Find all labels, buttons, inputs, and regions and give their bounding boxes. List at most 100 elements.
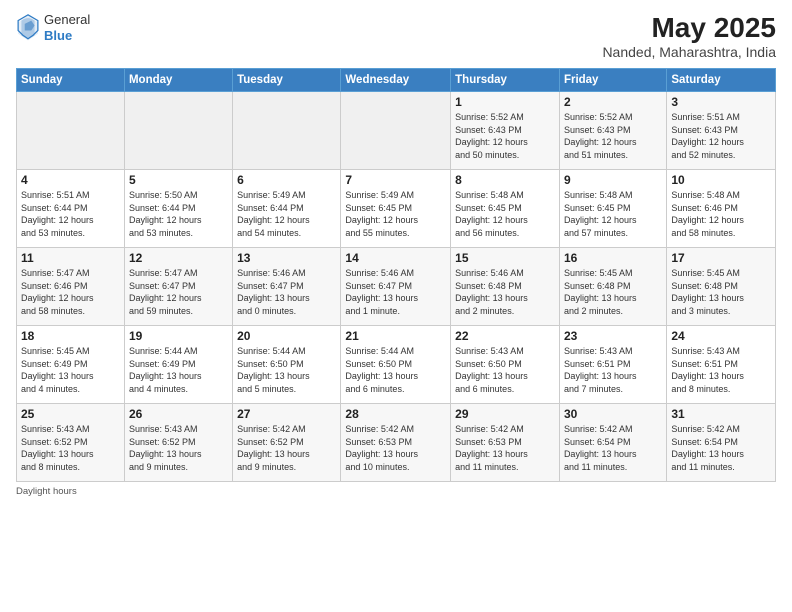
day-number-17: 17: [671, 251, 771, 265]
day-info-13: Sunrise: 5:46 AM Sunset: 6:47 PM Dayligh…: [237, 267, 336, 317]
day-number-12: 12: [129, 251, 228, 265]
week-row-1: 1 Sunrise: 5:52 AM Sunset: 6:43 PM Daylig…: [17, 92, 776, 170]
day-number-5: 5: [129, 173, 228, 187]
page: General Blue May 2025 Nanded, Maharashtr…: [0, 0, 792, 612]
day-info-28: Sunrise: 5:42 AM Sunset: 6:53 PM Dayligh…: [345, 423, 446, 473]
day-info-15: Sunrise: 5:46 AM Sunset: 6:48 PM Dayligh…: [455, 267, 555, 317]
day-number-9: 9: [564, 173, 662, 187]
day-info-2: Sunrise: 5:52 AM Sunset: 6:43 PM Dayligh…: [564, 111, 662, 161]
day-info-20: Sunrise: 5:44 AM Sunset: 6:50 PM Dayligh…: [237, 345, 336, 395]
day-info-19: Sunrise: 5:44 AM Sunset: 6:49 PM Dayligh…: [129, 345, 228, 395]
day-info-3: Sunrise: 5:51 AM Sunset: 6:43 PM Dayligh…: [671, 111, 771, 161]
day-info-23: Sunrise: 5:43 AM Sunset: 6:51 PM Dayligh…: [564, 345, 662, 395]
cell-1-6: 10 Sunrise: 5:48 AM Sunset: 6:46 PM Dayli…: [667, 170, 776, 248]
day-info-8: Sunrise: 5:48 AM Sunset: 6:45 PM Dayligh…: [455, 189, 555, 239]
cell-4-6: 31 Sunrise: 5:42 AM Sunset: 6:54 PM Dayli…: [667, 404, 776, 482]
day-number-26: 26: [129, 407, 228, 421]
cell-2-5: 16 Sunrise: 5:45 AM Sunset: 6:48 PM Dayli…: [559, 248, 666, 326]
day-number-28: 28: [345, 407, 446, 421]
cell-3-4: 22 Sunrise: 5:43 AM Sunset: 6:50 PM Dayli…: [451, 326, 560, 404]
day-info-14: Sunrise: 5:46 AM Sunset: 6:47 PM Dayligh…: [345, 267, 446, 317]
cell-0-1: [124, 92, 232, 170]
cell-4-2: 27 Sunrise: 5:42 AM Sunset: 6:52 PM Dayli…: [233, 404, 341, 482]
day-info-29: Sunrise: 5:42 AM Sunset: 6:53 PM Dayligh…: [455, 423, 555, 473]
calendar: SundayMondayTuesdayWednesdayThursdayFrid…: [16, 68, 776, 482]
cell-1-4: 8 Sunrise: 5:48 AM Sunset: 6:45 PM Daylig…: [451, 170, 560, 248]
day-number-11: 11: [21, 251, 120, 265]
header: General Blue May 2025 Nanded, Maharashtr…: [16, 12, 776, 60]
day-number-15: 15: [455, 251, 555, 265]
header-row: SundayMondayTuesdayWednesdayThursdayFrid…: [17, 69, 776, 92]
day-info-22: Sunrise: 5:43 AM Sunset: 6:50 PM Dayligh…: [455, 345, 555, 395]
day-info-21: Sunrise: 5:44 AM Sunset: 6:50 PM Dayligh…: [345, 345, 446, 395]
day-number-13: 13: [237, 251, 336, 265]
day-info-27: Sunrise: 5:42 AM Sunset: 6:52 PM Dayligh…: [237, 423, 336, 473]
cell-4-1: 26 Sunrise: 5:43 AM Sunset: 6:52 PM Dayli…: [124, 404, 232, 482]
header-saturday: Saturday: [667, 69, 776, 92]
cell-3-5: 23Sunrise: 5:43 AM Sunset: 6:51 PM Dayli…: [559, 326, 666, 404]
cell-1-1: 5Sunrise: 5:50 AM Sunset: 6:44 PM Daylig…: [124, 170, 232, 248]
cell-4-0: 25Sunrise: 5:43 AM Sunset: 6:52 PM Dayli…: [17, 404, 125, 482]
cell-3-3: 21Sunrise: 5:44 AM Sunset: 6:50 PM Dayli…: [341, 326, 451, 404]
day-number-16: 16: [564, 251, 662, 265]
day-info-24: Sunrise: 5:43 AM Sunset: 6:51 PM Dayligh…: [671, 345, 771, 395]
header-wednesday: Wednesday: [341, 69, 451, 92]
cell-2-6: 17Sunrise: 5:45 AM Sunset: 6:48 PM Dayli…: [667, 248, 776, 326]
header-friday: Friday: [559, 69, 666, 92]
day-number-29: 29: [455, 407, 555, 421]
logo-blue: Blue: [44, 28, 90, 44]
cell-2-4: 15 Sunrise: 5:46 AM Sunset: 6:48 PM Dayli…: [451, 248, 560, 326]
day-number-6: 6: [237, 173, 336, 187]
cell-1-3: 7 Sunrise: 5:49 AM Sunset: 6:45 PM Daylig…: [341, 170, 451, 248]
day-number-8: 8: [455, 173, 555, 187]
week-row-5: 25Sunrise: 5:43 AM Sunset: 6:52 PM Dayli…: [17, 404, 776, 482]
cell-1-5: 9 Sunrise: 5:48 AM Sunset: 6:45 PM Daylig…: [559, 170, 666, 248]
logo-general: General: [44, 12, 90, 28]
header-tuesday: Tuesday: [233, 69, 341, 92]
cell-3-0: 18Sunrise: 5:45 AM Sunset: 6:49 PM Dayli…: [17, 326, 125, 404]
cell-2-1: 12 Sunrise: 5:47 AM Sunset: 6:47 PM Dayli…: [124, 248, 232, 326]
day-number-18: 18: [21, 329, 120, 343]
day-info-26: Sunrise: 5:43 AM Sunset: 6:52 PM Dayligh…: [129, 423, 228, 473]
day-info-11: Sunrise: 5:47 AM Sunset: 6:46 PM Dayligh…: [21, 267, 120, 317]
day-number-4: 4: [21, 173, 120, 187]
footer-note: Daylight hours: [16, 486, 776, 497]
logo-icon: [16, 14, 40, 42]
week-row-4: 18Sunrise: 5:45 AM Sunset: 6:49 PM Dayli…: [17, 326, 776, 404]
header-sunday: Sunday: [17, 69, 125, 92]
cell-0-6: 3Sunrise: 5:51 AM Sunset: 6:43 PM Daylig…: [667, 92, 776, 170]
header-monday: Monday: [124, 69, 232, 92]
cell-0-5: 2 Sunrise: 5:52 AM Sunset: 6:43 PM Daylig…: [559, 92, 666, 170]
day-number-7: 7: [345, 173, 446, 187]
month-title: May 2025: [602, 12, 776, 44]
title-block: May 2025 Nanded, Maharashtra, India: [602, 12, 776, 60]
day-number-27: 27: [237, 407, 336, 421]
day-number-1: 1: [455, 95, 555, 109]
cell-2-0: 11 Sunrise: 5:47 AM Sunset: 6:46 PM Dayli…: [17, 248, 125, 326]
day-info-9: Sunrise: 5:48 AM Sunset: 6:45 PM Dayligh…: [564, 189, 662, 239]
day-number-22: 22: [455, 329, 555, 343]
cell-3-2: 20 Sunrise: 5:44 AM Sunset: 6:50 PM Dayli…: [233, 326, 341, 404]
day-info-10: Sunrise: 5:48 AM Sunset: 6:46 PM Dayligh…: [671, 189, 771, 239]
day-number-24: 24: [671, 329, 771, 343]
cell-2-2: 13 Sunrise: 5:46 AM Sunset: 6:47 PM Dayli…: [233, 248, 341, 326]
day-number-20: 20: [237, 329, 336, 343]
day-info-7: Sunrise: 5:49 AM Sunset: 6:45 PM Dayligh…: [345, 189, 446, 239]
cell-0-4: 1 Sunrise: 5:52 AM Sunset: 6:43 PM Daylig…: [451, 92, 560, 170]
day-info-16: Sunrise: 5:45 AM Sunset: 6:48 PM Dayligh…: [564, 267, 662, 317]
cell-0-0: [17, 92, 125, 170]
day-number-31: 31: [671, 407, 771, 421]
cell-3-6: 24 Sunrise: 5:43 AM Sunset: 6:51 PM Dayli…: [667, 326, 776, 404]
week-row-2: 4Sunrise: 5:51 AM Sunset: 6:44 PM Daylig…: [17, 170, 776, 248]
day-info-30: Sunrise: 5:42 AM Sunset: 6:54 PM Dayligh…: [564, 423, 662, 473]
day-number-2: 2: [564, 95, 662, 109]
day-number-10: 10: [671, 173, 771, 187]
day-info-31: Sunrise: 5:42 AM Sunset: 6:54 PM Dayligh…: [671, 423, 771, 473]
cell-1-0: 4Sunrise: 5:51 AM Sunset: 6:44 PM Daylig…: [17, 170, 125, 248]
day-info-12: Sunrise: 5:47 AM Sunset: 6:47 PM Dayligh…: [129, 267, 228, 317]
day-number-14: 14: [345, 251, 446, 265]
day-info-1: Sunrise: 5:52 AM Sunset: 6:43 PM Dayligh…: [455, 111, 555, 161]
week-row-3: 11 Sunrise: 5:47 AM Sunset: 6:46 PM Dayli…: [17, 248, 776, 326]
day-number-30: 30: [564, 407, 662, 421]
logo: General Blue: [16, 12, 90, 43]
